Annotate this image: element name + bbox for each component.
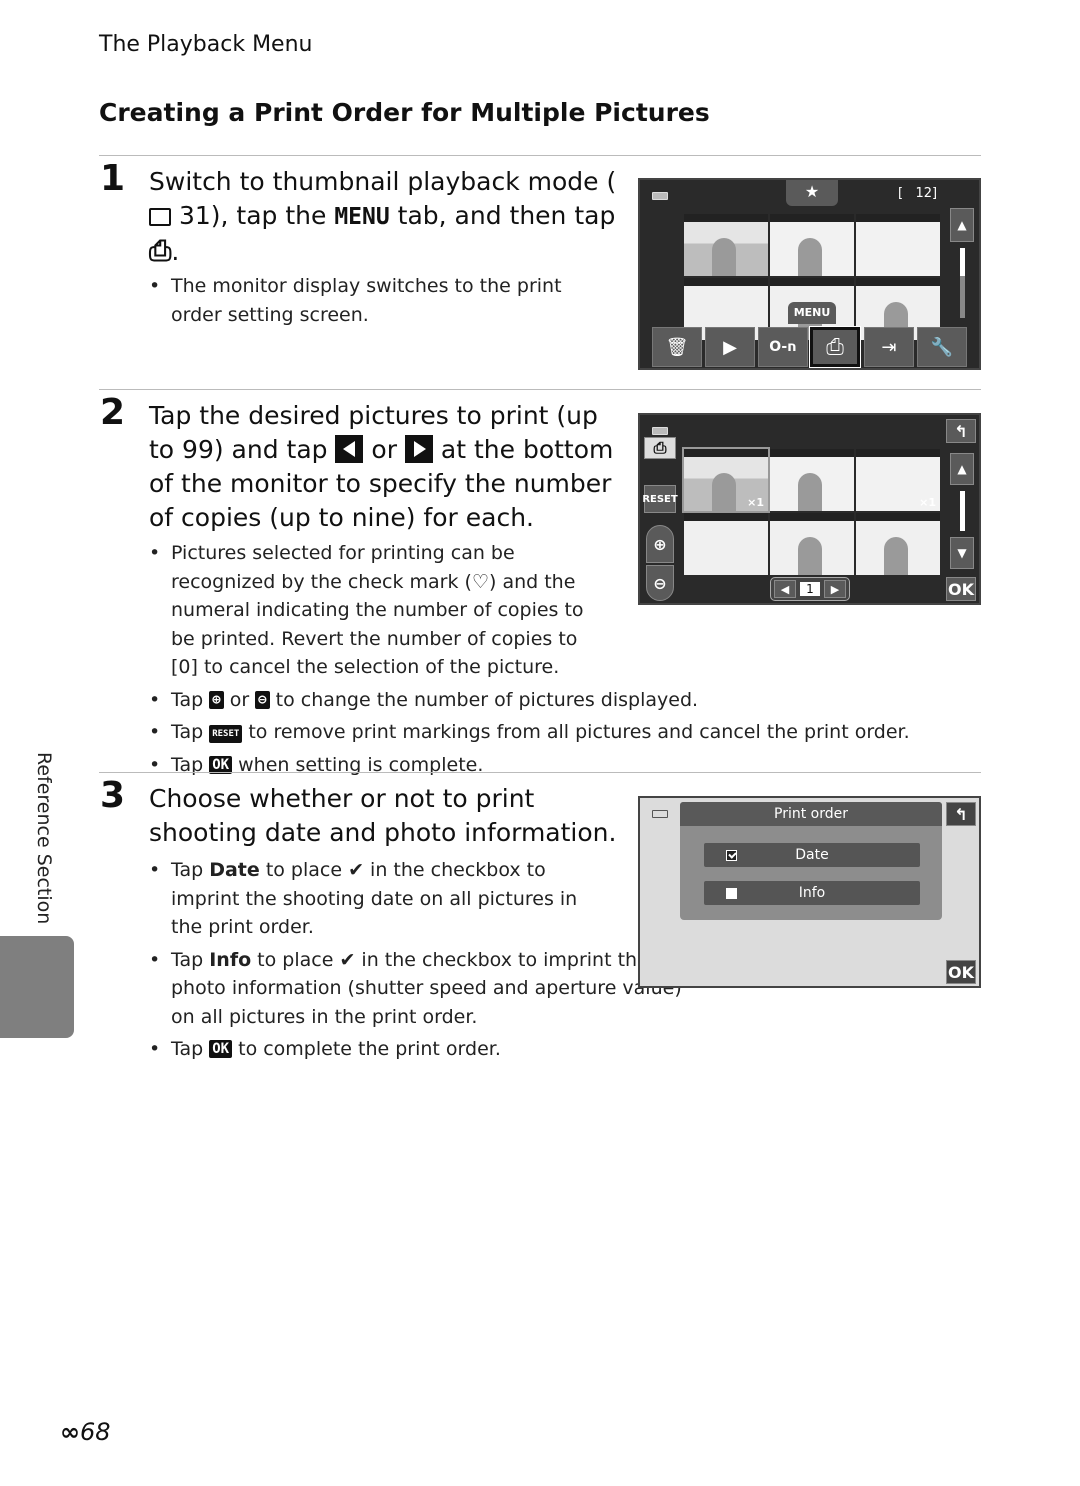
date-option[interactable]: Date: [704, 843, 920, 867]
menu-tab[interactable]: MENU: [788, 302, 836, 324]
bullet-item: Tap OK to complete the print order.: [149, 1035, 689, 1064]
back-button[interactable]: ↰: [946, 419, 976, 443]
zoom-out-icon: ⊖: [653, 573, 667, 593]
thumbnail[interactable]: [684, 214, 768, 276]
print-order-screen: Print order Date Info ↰ OK: [638, 796, 981, 988]
print-order-icon: ⎙: [653, 438, 667, 457]
bullet-item: Tap ⊕ or ⊖ to change the number of pictu…: [149, 686, 979, 715]
date-checkbox[interactable]: [726, 849, 737, 861]
step-number: 1: [100, 158, 126, 199]
setup-icon: 🔧: [930, 336, 954, 358]
print-order-icon: ⎙: [826, 334, 844, 360]
thumbnail-selected[interactable]: ×1: [682, 447, 770, 513]
section-thumb-tab: [0, 936, 74, 1038]
running-head: The Playback Menu: [99, 32, 313, 57]
delete-button[interactable]: 🗑: [652, 327, 702, 367]
back-icon: ↰: [954, 804, 968, 824]
zoom-in-button[interactable]: ⊕: [646, 525, 674, 563]
reset-button[interactable]: RESET: [642, 485, 678, 513]
copies-value: 1: [800, 582, 820, 596]
bullet-item: Tap Info to place ✔ in the checkbox to i…: [149, 946, 689, 1032]
decrease-icon: [335, 435, 364, 463]
battery-icon: [652, 810, 668, 818]
favorites-tab[interactable]: ★: [786, 180, 838, 206]
print-order-button[interactable]: ⎙: [809, 326, 861, 368]
page-number: ∞68: [60, 1418, 111, 1446]
print-selection-screen: ⎙ RESET ⊕ ⊖ ×1 ×1 ↰ ▲ ▼ OK ◀ 1 ▶: [638, 413, 981, 605]
scroll-down-button[interactable]: ▼: [950, 537, 974, 569]
step-3-heading: Choose whether or not to print shooting …: [149, 784, 617, 847]
section-side-label: Reference Section: [33, 752, 55, 925]
info-option[interactable]: Info: [704, 881, 920, 905]
slideshow-icon: ▶: [723, 336, 737, 358]
copies-stepper[interactable]: ◀ 1 ▶: [770, 577, 850, 601]
protect-button[interactable]: O-ח: [758, 327, 808, 367]
decrease-button[interactable]: ◀: [774, 580, 796, 598]
ok-icon: OK: [209, 755, 233, 774]
battery-icon: [652, 192, 668, 200]
thumbnail[interactable]: [770, 214, 854, 276]
binoculars-icon: ∞: [60, 1418, 80, 1446]
scroll-up-button[interactable]: ▲: [950, 453, 974, 485]
check-icon: ✔: [348, 859, 365, 881]
print-mode-indicator: ⎙: [644, 437, 676, 459]
step-number: 3: [100, 775, 126, 816]
increase-icon: [404, 435, 433, 463]
divider: [99, 389, 981, 390]
back-icon: ↰: [954, 421, 968, 441]
zoom-out-button[interactable]: ⊖: [646, 565, 674, 601]
thumbnail[interactable]: [856, 513, 940, 575]
scroll-up-button[interactable]: ▲: [950, 208, 974, 242]
divider: [99, 155, 981, 156]
picture-counter: [ 12]: [898, 186, 938, 201]
zoom-out-icon: ⊖: [255, 690, 270, 709]
step-2-heading: Tap the desired pictures to print (up to…: [149, 401, 614, 532]
back-button[interactable]: ↰: [946, 802, 976, 826]
delete-icon: 🗑: [665, 336, 689, 358]
battery-icon: [652, 427, 668, 435]
check-mark-icon: ♡: [471, 570, 489, 593]
thumbnail[interactable]: [770, 513, 854, 575]
protect-icon: O-ח: [769, 339, 797, 355]
book-icon: [149, 208, 171, 226]
setup-button[interactable]: 🔧: [917, 327, 967, 367]
star-icon: ★: [804, 182, 820, 201]
check-icon: ✔: [339, 948, 356, 971]
ok-icon: OK: [209, 1040, 233, 1058]
thumbnail-selected[interactable]: ×1: [856, 449, 940, 511]
step-1-heading: Switch to thumbnail playback mode ( 31),…: [149, 167, 617, 267]
info-checkbox[interactable]: [726, 887, 737, 899]
thumbnail[interactable]: [684, 513, 768, 575]
copy-count-badge: ×1: [747, 496, 764, 509]
bullet-item: Tap RESET to remove print markings from …: [149, 718, 979, 747]
copy-count-badge: ×1: [919, 496, 936, 509]
slideshow-button[interactable]: ▶: [705, 327, 755, 367]
step-3-bullets: Tap Date to place ✔ in the checkbox to i…: [149, 856, 689, 1064]
divider: [99, 772, 981, 773]
bullet-item: Tap Date to place ✔ in the checkbox to i…: [149, 856, 611, 942]
section-title: Creating a Print Order for Multiple Pict…: [99, 98, 710, 127]
zoom-in-icon: ⊕: [209, 690, 224, 709]
reset-icon: RESET: [209, 725, 243, 743]
thumbnail[interactable]: [770, 449, 854, 511]
bullet-item: The monitor display switches to the prin…: [149, 272, 589, 329]
print-order-icon: ⎙: [149, 234, 172, 267]
print-order-title: Print order: [680, 802, 942, 826]
menu-tab-label: MENU: [334, 204, 390, 230]
zoom-in-icon: ⊕: [653, 534, 667, 554]
copy-button[interactable]: ⇥: [864, 327, 914, 367]
copy-icon: ⇥: [881, 336, 897, 358]
thumbnail[interactable]: [856, 214, 940, 276]
scrollbar[interactable]: [960, 491, 965, 531]
bullet-item: Pictures selected for printing can be re…: [149, 539, 591, 682]
step-1-bullets: The monitor display switches to the prin…: [149, 272, 589, 329]
ok-button[interactable]: OK: [946, 577, 976, 601]
scrollbar[interactable]: [960, 248, 965, 318]
increase-button[interactable]: ▶: [824, 580, 846, 598]
ok-button[interactable]: OK: [946, 960, 976, 984]
bullet-item: Tap OK when setting is complete.: [149, 751, 979, 780]
step-number: 2: [100, 392, 126, 433]
